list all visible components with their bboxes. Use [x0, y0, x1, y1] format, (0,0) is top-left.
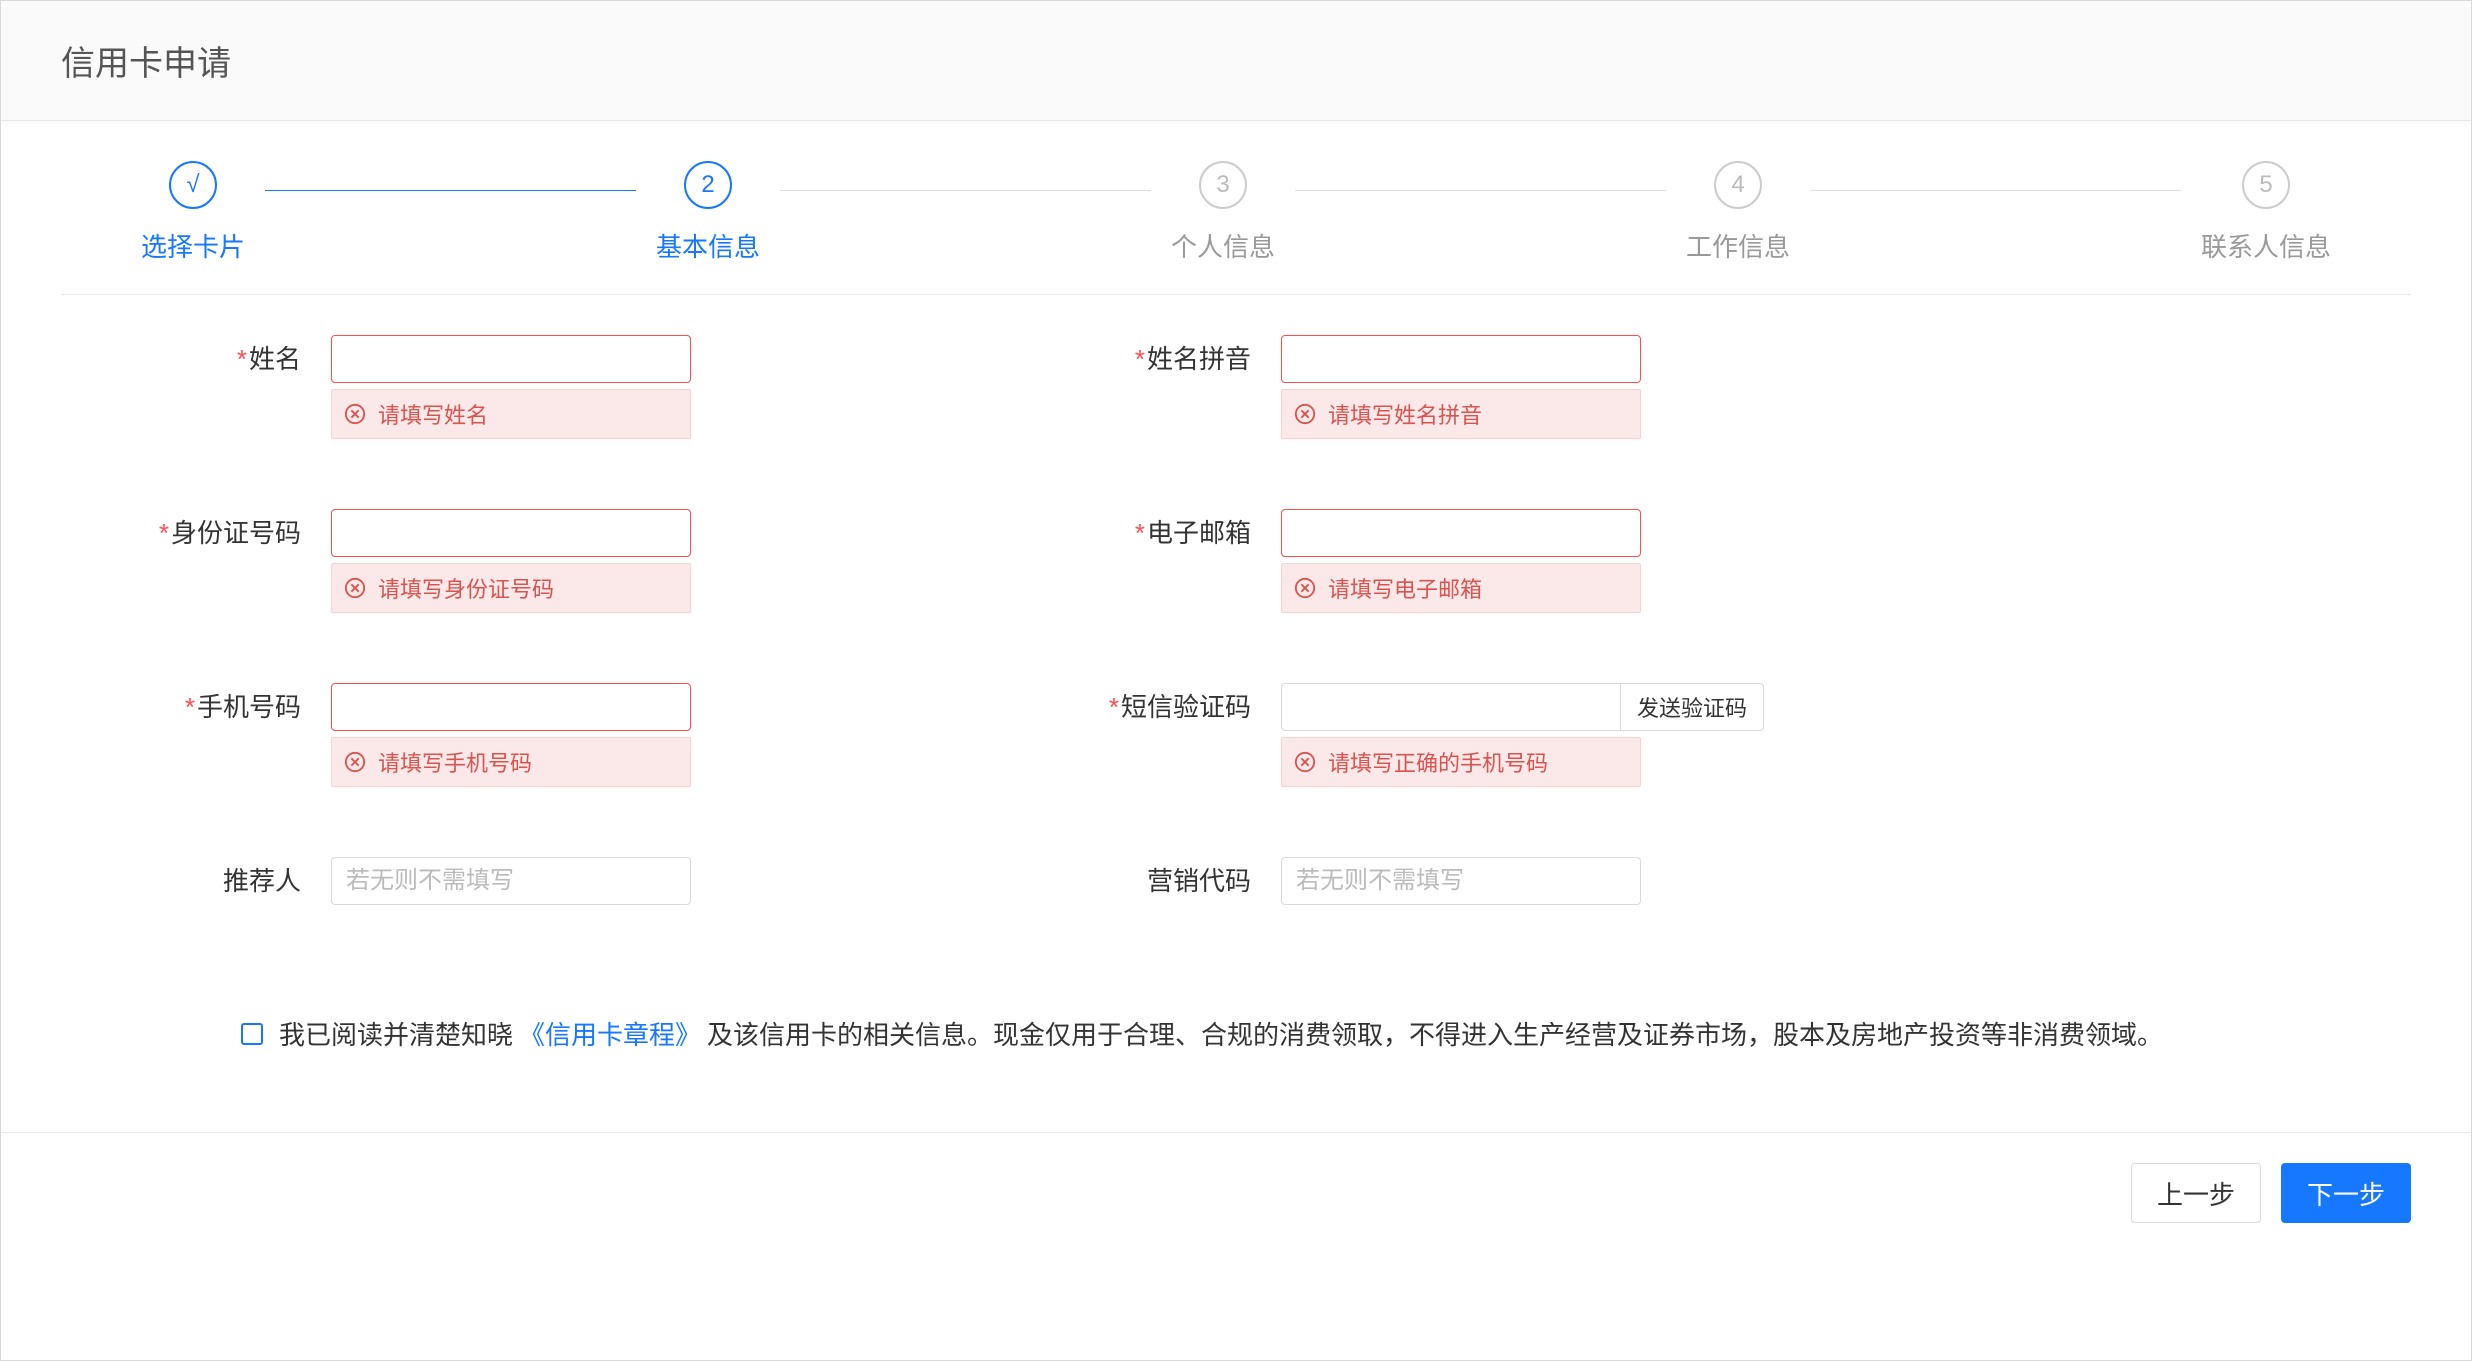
error-phone: 请填写手机号码 — [331, 737, 691, 787]
error-pinyin: 请填写姓名拼音 — [1281, 389, 1641, 439]
page-title: 信用卡申请 — [61, 36, 231, 85]
step-marker-active: 2 — [684, 161, 732, 209]
step-connector — [265, 190, 636, 191]
agreement-checkbox[interactable] — [241, 1023, 263, 1045]
send-sms-button[interactable]: 发送验证码 — [1620, 683, 1764, 731]
error-icon — [344, 577, 366, 599]
error-text: 请填写电子邮箱 — [1328, 572, 1482, 604]
error-idcard: 请填写身份证号码 — [331, 563, 691, 613]
step-marker: 3 — [1199, 161, 1247, 209]
error-text: 请填写姓名 — [378, 398, 488, 430]
error-icon — [1294, 403, 1316, 425]
field-name: *姓名 请填写姓名 — [101, 335, 931, 439]
error-text: 请填写正确的手机号码 — [1328, 746, 1548, 778]
email-input[interactable] — [1281, 509, 1641, 557]
error-text: 请填写身份证号码 — [378, 572, 554, 604]
agreement-row: 我已阅读并清楚知晓 《信用卡章程》 及该信用卡的相关信息。现金仅用于合理、合规的… — [101, 975, 2371, 1092]
label-sms: *短信验证码 — [1051, 683, 1281, 731]
error-text: 请填写手机号码 — [378, 746, 532, 778]
name-input[interactable] — [331, 335, 691, 383]
step-label: 个人信息 — [1171, 227, 1275, 264]
step-connector — [1810, 190, 2181, 191]
error-icon — [1294, 751, 1316, 773]
step-connector — [780, 190, 1151, 191]
step-label: 选择卡片 — [141, 227, 245, 264]
error-icon — [344, 751, 366, 773]
step-label: 联系人信息 — [2201, 227, 2331, 264]
field-referrer: 推荐人 — [101, 857, 931, 905]
agreement-prefix: 我已阅读并清楚知晓 — [279, 1015, 513, 1052]
label-phone: *手机号码 — [101, 683, 331, 731]
step-select-card: √ 选择卡片 — [141, 161, 245, 264]
field-sms: *短信验证码 发送验证码 请填写正确的手机号码 — [1051, 683, 1881, 787]
label-marketing: 营销代码 — [1051, 857, 1281, 905]
label-pinyin: *姓名拼音 — [1051, 335, 1281, 383]
idcard-input[interactable] — [331, 509, 691, 557]
marketing-input[interactable] — [1281, 857, 1641, 905]
step-personal-info: 3 个人信息 — [1171, 161, 1275, 264]
field-phone: *手机号码 请填写手机号码 — [101, 683, 931, 787]
prev-button[interactable]: 上一步 — [2131, 1163, 2261, 1223]
referrer-input[interactable] — [331, 857, 691, 905]
sms-input[interactable] — [1281, 683, 1620, 731]
field-idcard: *身份证号码 请填写身份证号码 — [101, 509, 931, 613]
step-label: 工作信息 — [1686, 227, 1790, 264]
error-sms: 请填写正确的手机号码 — [1281, 737, 1641, 787]
error-text: 请填写姓名拼音 — [1328, 398, 1482, 430]
label-idcard: *身份证号码 — [101, 509, 331, 557]
step-marker: 4 — [1714, 161, 1762, 209]
phone-input[interactable] — [331, 683, 691, 731]
footer-actions: 上一步 下一步 — [1, 1132, 2471, 1253]
field-pinyin: *姓名拼音 请填写姓名拼音 — [1051, 335, 1881, 439]
next-button[interactable]: 下一步 — [2281, 1163, 2411, 1223]
step-label: 基本信息 — [656, 227, 760, 264]
step-work-info: 4 工作信息 — [1686, 161, 1790, 264]
label-name: *姓名 — [101, 335, 331, 383]
agreement-suffix: 及该信用卡的相关信息。现金仅用于合理、合规的消费领取，不得进入生产经营及证券市场… — [707, 1015, 2163, 1052]
form-area: *姓名 请填写姓名 *姓名拼音 请填写姓名拼音 — [1, 295, 2471, 1092]
step-basic-info: 2 基本信息 — [656, 161, 760, 264]
page-header: 信用卡申请 — [1, 1, 2471, 121]
label-email: *电子邮箱 — [1051, 509, 1281, 557]
field-marketing: 营销代码 — [1051, 857, 1881, 905]
step-marker-done: √ — [169, 161, 217, 209]
error-email: 请填写电子邮箱 — [1281, 563, 1641, 613]
field-email: *电子邮箱 请填写电子邮箱 — [1051, 509, 1881, 613]
error-icon — [344, 403, 366, 425]
label-referrer: 推荐人 — [101, 857, 331, 905]
steps-bar: √ 选择卡片 2 基本信息 3 个人信息 4 工作信息 5 联系人信息 — [61, 121, 2411, 295]
step-contact-info: 5 联系人信息 — [2201, 161, 2331, 264]
agreement-link[interactable]: 《信用卡章程》 — [519, 1015, 701, 1052]
step-marker: 5 — [2242, 161, 2290, 209]
step-connector — [1295, 190, 1666, 191]
error-name: 请填写姓名 — [331, 389, 691, 439]
error-icon — [1294, 577, 1316, 599]
pinyin-input[interactable] — [1281, 335, 1641, 383]
